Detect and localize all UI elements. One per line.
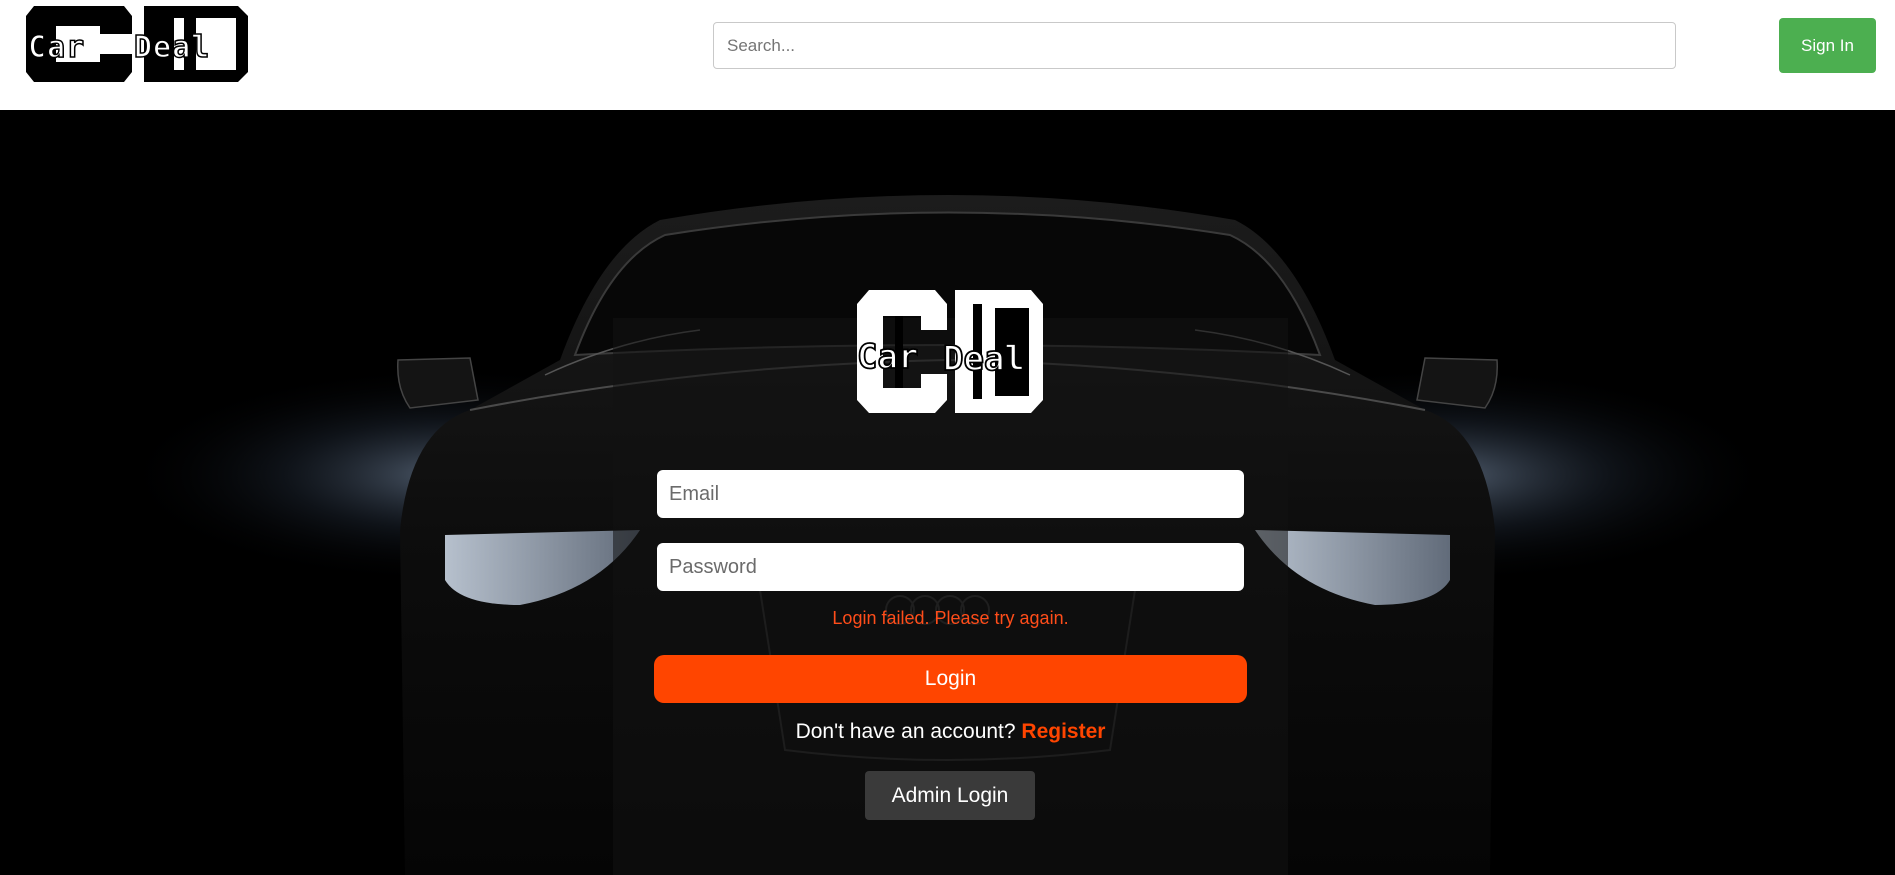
register-prompt-line: Don't have an account? Register xyxy=(657,720,1244,744)
login-button[interactable]: Login xyxy=(654,655,1247,703)
password-field[interactable] xyxy=(657,543,1244,591)
admin-login-button[interactable]: Admin Login xyxy=(865,771,1035,820)
svg-text:Deal: Deal xyxy=(134,30,210,65)
register-prompt-text: Don't have an account? xyxy=(795,720,1016,743)
email-field[interactable] xyxy=(657,470,1244,518)
svg-text:Car: Car xyxy=(28,30,85,65)
search-input[interactable] xyxy=(713,22,1676,69)
svg-text:Deal: Deal xyxy=(943,339,1025,379)
register-link[interactable]: Register xyxy=(1021,720,1105,743)
login-error-message: Login failed. Please try again. xyxy=(832,608,1069,628)
top-navbar: Car Deal Sign In xyxy=(0,0,1895,110)
car-deal-logo: Car Deal xyxy=(856,290,1043,413)
car-deal-logo[interactable]: Car Deal xyxy=(24,4,252,84)
svg-text:Car: Car xyxy=(857,337,918,377)
sign-in-button[interactable]: Sign In xyxy=(1779,18,1876,73)
